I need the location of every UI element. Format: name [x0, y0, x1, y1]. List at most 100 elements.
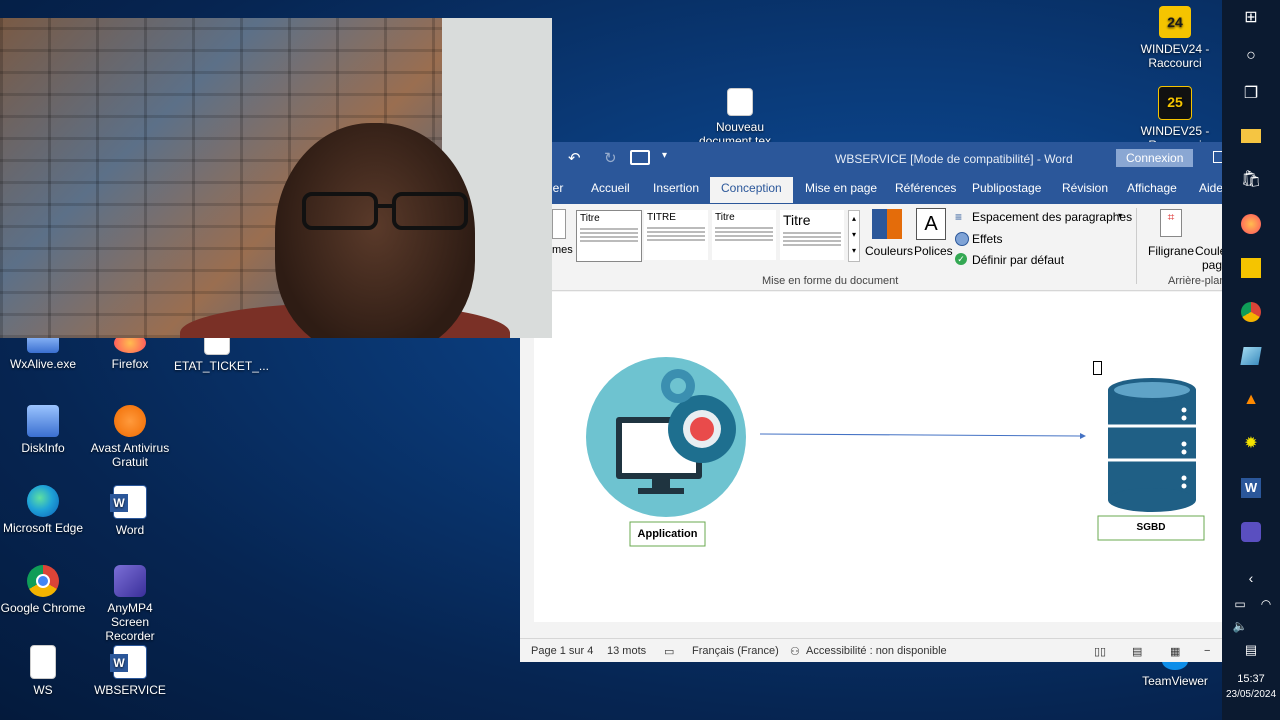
desktop-icon-label: ETAT_TICKET_...	[174, 359, 269, 373]
status-bar: Page 1 sur 4 13 mots ▭ Français (France)…	[520, 638, 1222, 662]
tab-aide[interactable]: Aide	[1199, 181, 1222, 195]
effets-button[interactable]: Effets	[972, 232, 1002, 246]
desktop-icon-label: AnyMP4 Screen Recorder	[105, 601, 155, 643]
anymp4-icon	[114, 565, 146, 597]
diskinfo-icon	[27, 405, 59, 437]
desktop-icon-ws[interactable]: WS	[0, 645, 86, 697]
connector-line	[759, 433, 1081, 437]
desktop-icon-label: Firefox	[111, 357, 149, 371]
windev24-taskbar-icon[interactable]	[1239, 256, 1263, 280]
polices-button[interactable]: Polices	[914, 244, 953, 258]
search-icon[interactable]: ○	[1239, 44, 1263, 68]
desktop-icon-anymp4[interactable]: AnyMP4 Screen Recorder	[87, 565, 173, 643]
undo-icon[interactable]: ↶	[568, 149, 581, 167]
application-label: Application	[637, 528, 698, 540]
tab-mise-en-page[interactable]: Mise en page	[805, 181, 877, 195]
desktop-icon-label: DiskInfo	[21, 441, 65, 455]
gear-icon-small	[661, 369, 695, 403]
windows-start-icon[interactable]: ⊞	[1239, 6, 1263, 30]
page-count[interactable]: Page 1 sur 4	[531, 645, 593, 657]
vlc-icon[interactable]: ▲	[1239, 388, 1263, 412]
desktop-icon-avast[interactable]: Avast Antivirus Gratuit	[87, 405, 173, 469]
desktop-icon-nouveau-document[interactable]: Nouveau document tex...	[697, 88, 783, 142]
couleur-page-button[interactable]: Couleur de	[1195, 244, 1222, 258]
tab-references[interactable]: Références	[895, 181, 956, 195]
style-set-thumb[interactable]: Titre	[712, 210, 776, 260]
style-set-thumb[interactable]: Titre	[780, 210, 844, 260]
definir-icon: ✓	[955, 253, 967, 265]
desktop-icon-label: WxAlive.exe	[9, 357, 77, 371]
desktop-icon-word[interactable]: Word	[87, 485, 173, 537]
ribbon-conception: mes Titre TITRE Titre Titre ▴ ▾ ▾ Couleurs…	[520, 204, 1222, 291]
file-explorer-icon[interactable]	[1239, 124, 1263, 148]
notifications-icon[interactable]: ▤	[1239, 638, 1263, 662]
style-set-thumb[interactable]: TITRE	[644, 210, 708, 260]
tab-affichage[interactable]: Affichage	[1127, 181, 1177, 195]
webcam-overlay	[0, 18, 552, 338]
firefox-taskbar-icon[interactable]	[1239, 212, 1263, 236]
tab-insertion[interactable]: Insertion	[653, 181, 699, 195]
zoom-out-icon[interactable]: −	[1204, 645, 1210, 657]
red-dot	[690, 417, 714, 441]
ribbon-group-label: Mise en forme du document	[762, 275, 899, 287]
document-page[interactable]: Application SGBD	[534, 292, 1222, 622]
wifi-icon[interactable]: ◠	[1254, 592, 1278, 616]
microsoft-store-icon[interactable]: 🛍	[1239, 168, 1263, 192]
language-indicator[interactable]: Français (France)	[692, 645, 779, 657]
couleurs-button[interactable]: Couleurs	[865, 244, 913, 258]
sun-app-icon[interactable]: ✹	[1239, 432, 1263, 456]
style-set-thumb[interactable]: Titre	[576, 210, 642, 262]
tab-fichier[interactable]: ier	[550, 181, 563, 195]
desktop-icon-wbservice[interactable]: WBSERVICE	[87, 645, 173, 697]
print-layout-icon[interactable]: ▤	[1132, 645, 1142, 658]
chrome-icon	[27, 565, 59, 597]
word-count[interactable]: 13 mots	[607, 645, 646, 657]
desktop-icon-etat-ticket[interactable]: ETAT_TICKET_...	[174, 333, 269, 373]
battery-icon[interactable]: ▭	[1228, 592, 1252, 616]
chevron-left-icon[interactable]: ‹	[1239, 566, 1263, 590]
gallery-scroll-icon[interactable]: ▴ ▾ ▾	[848, 210, 860, 262]
desktop-icon-diskinfo[interactable]: DiskInfo	[0, 405, 86, 455]
taskbar: ⊞ ○ ❐ 🛍 ▲ ✹ W ‹ ▭ ◠ 🔈 ▤ 15:37 23/05/2024	[1222, 0, 1280, 720]
read-mode-icon[interactable]: ▯▯	[1094, 645, 1106, 658]
tab-accueil[interactable]: Accueil	[591, 181, 630, 195]
clock-date[interactable]: 23/05/2024	[1222, 689, 1280, 700]
tab-conception[interactable]: Conception	[710, 177, 793, 203]
ribbon-display-icon[interactable]	[1213, 151, 1222, 163]
desktop-icon-label: TeamViewer	[1142, 674, 1208, 688]
desktop-icon-windev25[interactable]: 25 WINDEV25 - Raccourci	[1132, 86, 1218, 142]
customize-toolbar-icon[interactable]: ▾	[662, 150, 667, 161]
connexion-button[interactable]: Connexion	[1116, 149, 1194, 167]
desktop-icon-edge[interactable]: Microsoft Edge	[0, 485, 86, 535]
word-taskbar-icon[interactable]: W	[1239, 476, 1263, 500]
desktop-icon-firefox[interactable]: Firefox	[87, 333, 173, 371]
couleurs-icon	[872, 209, 902, 239]
web-layout-icon[interactable]: ▦	[1170, 645, 1180, 658]
accessibility-status[interactable]: Accessibilité : non disponible	[806, 645, 947, 657]
tab-publipostage[interactable]: Publipostage	[972, 181, 1041, 195]
avast-icon	[114, 405, 146, 437]
app-taskbar-icon[interactable]	[1239, 344, 1263, 368]
themes-label: mes	[552, 244, 573, 256]
filigrane-button[interactable]: Filigrane	[1148, 244, 1194, 258]
desktop-icon-windev24[interactable]: 24 WINDEV24 - Raccourci	[1132, 6, 1218, 70]
volume-icon[interactable]: 🔈	[1228, 614, 1252, 638]
desktop-icon-label: Word	[115, 523, 145, 537]
espacement-button[interactable]: Espacement des paragraphes	[972, 210, 1132, 224]
desktop-icon-wxalive[interactable]: WxAlive.exe	[0, 333, 86, 371]
anymp4-taskbar-icon[interactable]	[1239, 520, 1263, 544]
definir-par-defaut-button[interactable]: Définir par défaut	[972, 253, 1064, 267]
open-folder-icon[interactable]	[630, 150, 650, 165]
chrome-taskbar-icon[interactable]	[1239, 300, 1263, 324]
task-view-icon[interactable]: ❐	[1239, 82, 1263, 106]
desktop-icon-label: Google Chrome	[0, 601, 86, 615]
windev25-icon: 25	[1158, 86, 1192, 120]
redo-icon[interactable]: ↻	[604, 149, 617, 167]
themes-button[interactable]	[552, 209, 566, 239]
tab-revision[interactable]: Révision	[1062, 181, 1108, 195]
proofing-icon[interactable]: ▭	[664, 645, 674, 658]
clock-time[interactable]: 15:37	[1222, 673, 1280, 685]
desktop-icon-label: WINDEV25 - Raccourci	[1140, 124, 1210, 142]
desktop-icon-chrome[interactable]: Google Chrome	[0, 565, 86, 615]
document-diagram	[586, 357, 1205, 547]
